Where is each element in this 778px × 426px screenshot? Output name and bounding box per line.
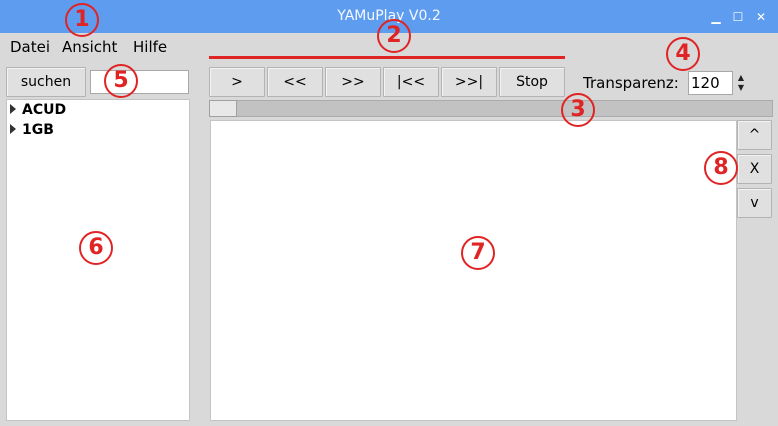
next-track-button[interactable]: >>| — [441, 67, 497, 97]
expand-arrow-icon[interactable] — [10, 124, 16, 134]
menu-ansicht[interactable]: Ansicht — [62, 36, 117, 58]
search-button[interactable]: suchen — [6, 67, 86, 97]
close-icon[interactable]: ✕ — [753, 9, 769, 25]
annotation-4: 4 — [666, 37, 700, 71]
menu-datei[interactable]: Datei — [10, 36, 50, 58]
expand-arrow-icon[interactable] — [10, 104, 16, 114]
minimize-icon[interactable]: ▁ — [708, 9, 724, 25]
maximize-icon[interactable]: ☐ — [730, 9, 746, 25]
move-down-button[interactable]: v — [737, 188, 772, 218]
menu-hilfe[interactable]: Hilfe — [133, 36, 167, 58]
annotation-7: 7 — [461, 236, 495, 270]
annotation-5: 5 — [104, 64, 138, 98]
play-button[interactable]: > — [209, 67, 265, 97]
tree-item[interactable]: ACUD — [10, 100, 66, 120]
annotation-1: 1 — [65, 3, 99, 37]
position-slider-handle[interactable] — [209, 100, 237, 117]
tree-item[interactable]: 1GB — [10, 120, 54, 140]
position-slider[interactable] — [209, 100, 773, 117]
previous-track-button[interactable]: |<< — [383, 67, 439, 97]
annotation-2: 2 — [377, 19, 411, 53]
spin-down-icon[interactable]: ▼ — [735, 83, 747, 93]
transparency-label: Transparenz: — [583, 74, 679, 92]
playlist-panel[interactable] — [210, 120, 737, 421]
tree-item-label: 1GB — [22, 122, 54, 138]
rewind-button[interactable]: << — [267, 67, 323, 97]
remove-button[interactable]: X — [737, 154, 772, 184]
tree-item-label: ACUD — [22, 102, 67, 118]
spin-up-icon[interactable]: ▲ — [735, 73, 747, 83]
transparency-spinbox[interactable]: 120 — [688, 71, 733, 95]
progress-line — [209, 56, 565, 59]
forward-button[interactable]: >> — [325, 67, 381, 97]
annotation-3: 3 — [561, 93, 595, 127]
annotation-6: 6 — [79, 231, 113, 265]
stop-button[interactable]: Stop — [499, 67, 565, 97]
move-up-button[interactable]: ^ — [737, 120, 772, 150]
annotation-8: 8 — [704, 151, 738, 185]
